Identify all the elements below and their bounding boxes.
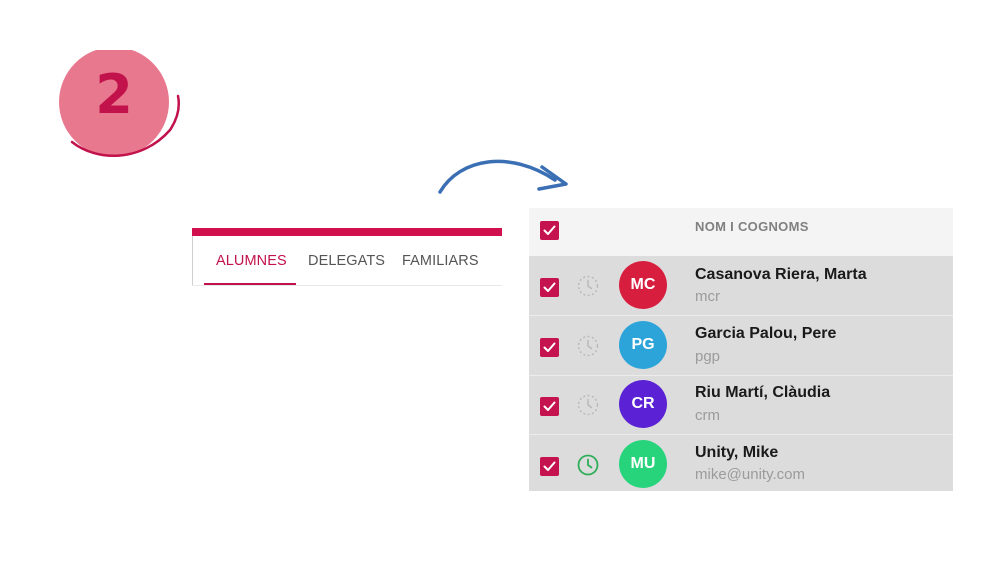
tabs-accent-bar bbox=[192, 228, 502, 236]
select-all-checkbox[interactable] bbox=[540, 221, 559, 240]
table-row[interactable]: CR Riu Martí, Clàudia crm bbox=[529, 376, 953, 434]
table-header: NOM I COGNOMS bbox=[529, 208, 953, 256]
tab-alumnes[interactable]: ALUMNES bbox=[216, 253, 287, 269]
tabs-panel: ALUMNES DELEGATS FAMILIARS bbox=[192, 228, 502, 288]
table-row[interactable]: MC Casanova Riera, Marta mcr bbox=[529, 256, 953, 314]
step-number: 2 bbox=[95, 63, 133, 126]
row-checkbox[interactable] bbox=[540, 397, 559, 416]
checkmark-icon bbox=[543, 461, 556, 471]
table-row[interactable]: PG Garcia Palou, Pere pgp bbox=[529, 316, 953, 374]
user-login: crm bbox=[695, 407, 720, 424]
clock-icon[interactable] bbox=[576, 453, 600, 477]
users-table: NOM I COGNOMS MC Casanova Riera, Marta m… bbox=[529, 208, 953, 491]
checkmark-icon bbox=[543, 401, 556, 411]
step-badge: 2 bbox=[52, 50, 182, 165]
avatar: MC bbox=[619, 261, 667, 309]
checkmark-icon bbox=[543, 342, 556, 352]
user-name: Riu Martí, Clàudia bbox=[695, 384, 831, 401]
user-login: mcr bbox=[695, 288, 720, 305]
clock-icon[interactable] bbox=[576, 393, 600, 417]
clock-icon[interactable] bbox=[576, 334, 600, 358]
tab-familiars[interactable]: FAMILIARS bbox=[402, 253, 479, 269]
clock-icon[interactable] bbox=[576, 274, 600, 298]
curved-arrow-icon bbox=[438, 159, 568, 194]
row-checkbox[interactable] bbox=[540, 338, 559, 357]
row-checkbox[interactable] bbox=[540, 278, 559, 297]
column-header-name[interactable]: NOM I COGNOMS bbox=[695, 219, 809, 234]
checkmark-icon bbox=[543, 225, 556, 235]
user-login: mike@unity.com bbox=[695, 466, 805, 483]
user-name: Unity, Mike bbox=[695, 444, 779, 461]
user-login: pgp bbox=[695, 348, 721, 365]
table-body: MC Casanova Riera, Marta mcr PG Garcia P… bbox=[529, 256, 953, 491]
tabs-divider bbox=[192, 285, 502, 286]
user-name: Garcia Palou, Pere bbox=[695, 325, 837, 342]
avatar: PG bbox=[619, 321, 667, 369]
avatar: MU bbox=[619, 440, 667, 488]
row-checkbox[interactable] bbox=[540, 457, 559, 476]
checkmark-icon bbox=[543, 282, 556, 292]
tab-delegats[interactable]: DELEGATS bbox=[308, 253, 385, 269]
user-name: Casanova Riera, Marta bbox=[695, 266, 867, 283]
tab-bar: ALUMNES DELEGATS FAMILIARS bbox=[192, 236, 502, 286]
table-row[interactable]: MU Unity, Mike mike@unity.com bbox=[529, 435, 953, 493]
avatar: CR bbox=[619, 380, 667, 428]
